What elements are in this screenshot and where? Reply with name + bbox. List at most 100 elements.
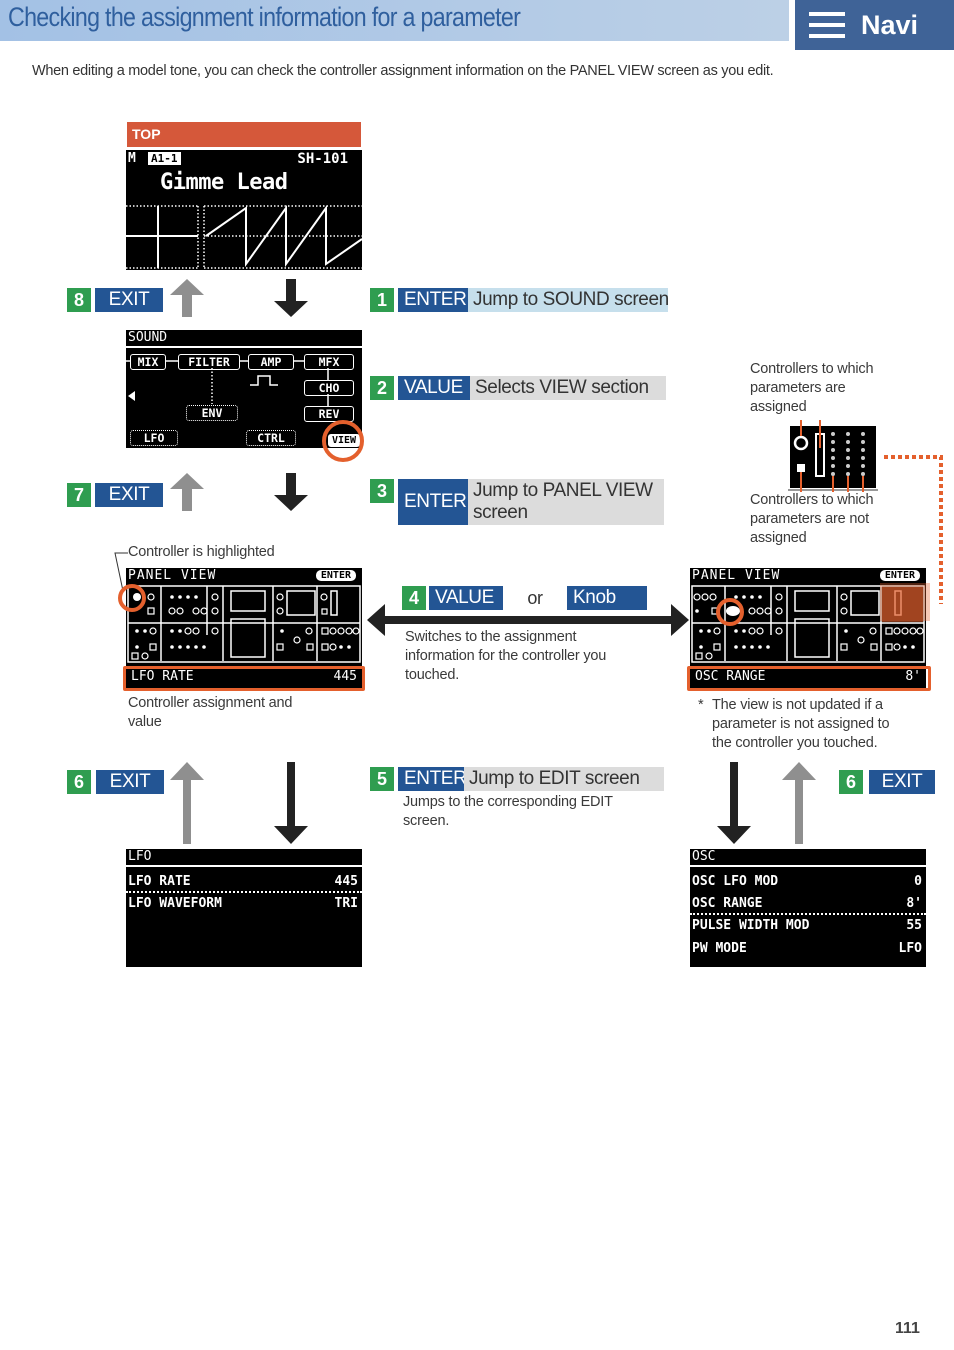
arrow-up-icon	[170, 762, 204, 844]
exit-key[interactable]: EXIT	[95, 288, 163, 312]
enter-key[interactable]: ENTER	[398, 288, 468, 312]
step-7: 7 EXIT	[67, 483, 163, 507]
divider	[690, 865, 926, 867]
tone-name: Gimme Lead	[160, 170, 288, 195]
model-name: SH-101	[297, 151, 348, 167]
block-mix[interactable]: MIX	[130, 354, 166, 370]
waveform-graphic	[126, 204, 362, 269]
arrow-down-icon	[274, 762, 308, 844]
param-value: LFO	[898, 941, 922, 956]
footnote-mark: *	[698, 697, 704, 713]
param-name: PULSE WIDTH MOD	[692, 918, 810, 933]
screen-title: PANEL VIEW	[128, 568, 217, 583]
step-number: 8	[67, 288, 91, 312]
enter-key[interactable]: ENTER	[398, 479, 468, 525]
value-key[interactable]: VALUE	[398, 376, 470, 400]
panel-extra-controls	[131, 652, 149, 660]
callout-assignment: Controller assignment and value	[128, 695, 293, 730]
controller-highlight-ring	[716, 598, 744, 626]
list-item[interactable]: PULSE WIDTH MOD 55	[692, 918, 922, 933]
list-item[interactable]: OSC LFO MOD 0	[692, 874, 922, 889]
enter-key[interactable]: ENTER	[398, 767, 467, 791]
block-filter[interactable]: FILTER	[178, 354, 240, 370]
screen-title: LFO	[128, 849, 152, 864]
controller-legend-graphic	[788, 420, 878, 492]
legend-assigned-label: Controllers to which parameters are assi…	[750, 361, 874, 415]
step-number: 2	[370, 376, 394, 400]
screen-title: PANEL VIEW	[692, 568, 781, 583]
enter-tag: ENTER	[315, 570, 356, 581]
param-value: 8'	[906, 896, 922, 911]
list-item[interactable]: OSC RANGE 8'	[692, 896, 922, 911]
enter-tag: ENTER	[879, 570, 920, 581]
block-env[interactable]: ENV	[186, 405, 238, 421]
step-number: 1	[370, 288, 394, 312]
step-number: 6	[839, 770, 863, 794]
navi-button[interactable]: Navi	[795, 0, 954, 50]
block-ctrl[interactable]: CTRL	[246, 430, 296, 446]
step-1: 1 ENTER Jump to SOUND screen	[370, 288, 669, 312]
legend-not-assigned-label: Controllers to which parameters are not …	[750, 492, 874, 546]
controller-highlight-ring	[118, 584, 146, 612]
param-name: OSC RANGE	[692, 896, 763, 911]
screen-title: OSC	[692, 849, 716, 864]
step-8: 8 EXIT	[67, 288, 163, 312]
step-2: 2 VALUE Selects VIEW section	[370, 376, 666, 400]
assignment-highlight-box	[123, 666, 365, 691]
step-number: 6	[67, 770, 91, 794]
step-number: 5	[370, 767, 394, 791]
footnote-text: The view is not updated if a parameter i…	[712, 697, 890, 751]
step-4-description: Switches to the assignment information f…	[405, 629, 607, 683]
navi-label: Navi	[861, 9, 919, 40]
lfo-edit-screen: LFO LFO RATE 445 LFO WAVEFORM TRI	[126, 849, 362, 967]
arrow-up-icon	[170, 279, 204, 317]
block-cho[interactable]: CHO	[304, 380, 354, 396]
top-screen: M A1-1 SH-101 Gimme Lead	[126, 150, 362, 270]
arrow-down-icon	[274, 279, 308, 317]
step-6-right: 6 EXIT	[839, 770, 935, 794]
param-name: OSC LFO MOD	[692, 874, 779, 889]
exit-key[interactable]: EXIT	[869, 770, 935, 794]
step-5: 5 ENTER Jump to EDIT screen	[370, 767, 664, 791]
mode-indicator: M	[128, 151, 136, 166]
block-mfx[interactable]: MFX	[304, 354, 354, 370]
param-value: TRI	[334, 896, 358, 911]
list-item[interactable]: PW MODE LFO	[692, 941, 922, 956]
divider	[126, 865, 362, 867]
arrow-down-icon	[717, 762, 751, 844]
exit-key[interactable]: EXIT	[96, 770, 164, 794]
hamburger-menu-icon	[809, 12, 845, 38]
list-item[interactable]: LFO RATE 445	[128, 874, 358, 889]
cursor-divider	[690, 913, 926, 915]
assignment-highlight-box	[687, 666, 931, 691]
arrow-down-icon	[274, 473, 308, 511]
patch-number: A1-1	[148, 152, 181, 165]
osc-edit-screen: OSC OSC LFO MOD 0 OSC RANGE 8' PULSE WID…	[690, 849, 926, 967]
cursor-divider	[126, 891, 362, 893]
block-lfo[interactable]: LFO	[130, 430, 178, 446]
exit-key[interactable]: EXIT	[95, 483, 163, 507]
step-number: 7	[67, 483, 91, 507]
param-name: PW MODE	[692, 941, 747, 956]
param-name: LFO RATE	[128, 874, 191, 889]
param-name: LFO WAVEFORM	[128, 896, 222, 911]
param-value: 55	[906, 918, 922, 933]
step-description: Jump to EDIT screen	[464, 767, 664, 791]
view-highlight-ring	[322, 420, 364, 462]
panel-extra-controls	[695, 652, 713, 660]
page-number: 111	[895, 1320, 920, 1337]
step-description: Jump to PANEL VIEW screen	[468, 479, 664, 525]
arrow-up-icon	[782, 762, 816, 844]
step-number: 3	[370, 479, 394, 503]
step-5-subtext: Jumps to the corresponding EDIT screen.	[403, 794, 613, 829]
intro-text: When editing a model tone, you can check…	[32, 63, 774, 79]
arrow-up-icon	[170, 473, 204, 511]
step-3: 3 ENTER Jump to PANEL VIEW screen	[370, 479, 664, 525]
block-amp[interactable]: AMP	[248, 354, 294, 370]
param-value: 445	[334, 874, 358, 889]
step-description: Jump to SOUND screen	[468, 288, 669, 312]
page-title: Checking the assignment information for …	[8, 2, 521, 32]
callout-highlighted: Controller is highlighted	[128, 544, 275, 560]
list-item[interactable]: LFO WAVEFORM TRI	[128, 896, 358, 911]
param-value: 0	[914, 874, 922, 889]
